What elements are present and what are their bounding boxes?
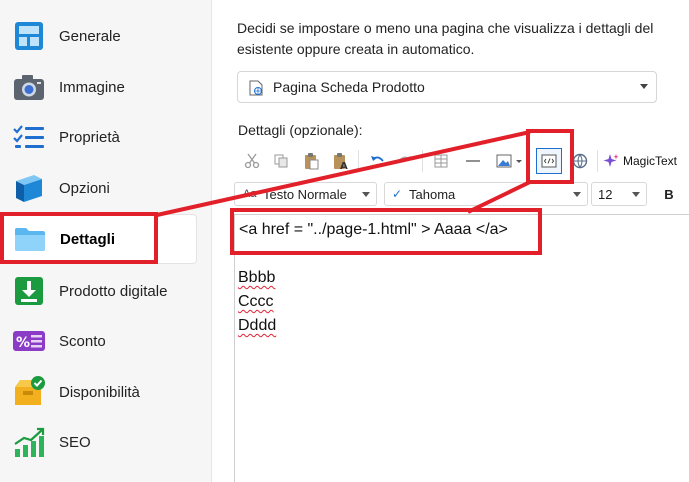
annotation-box-code [230, 208, 542, 255]
annotation-line [156, 130, 531, 217]
annotation-box-html-button [526, 129, 574, 184]
annotation-box-dettagli [0, 212, 158, 264]
